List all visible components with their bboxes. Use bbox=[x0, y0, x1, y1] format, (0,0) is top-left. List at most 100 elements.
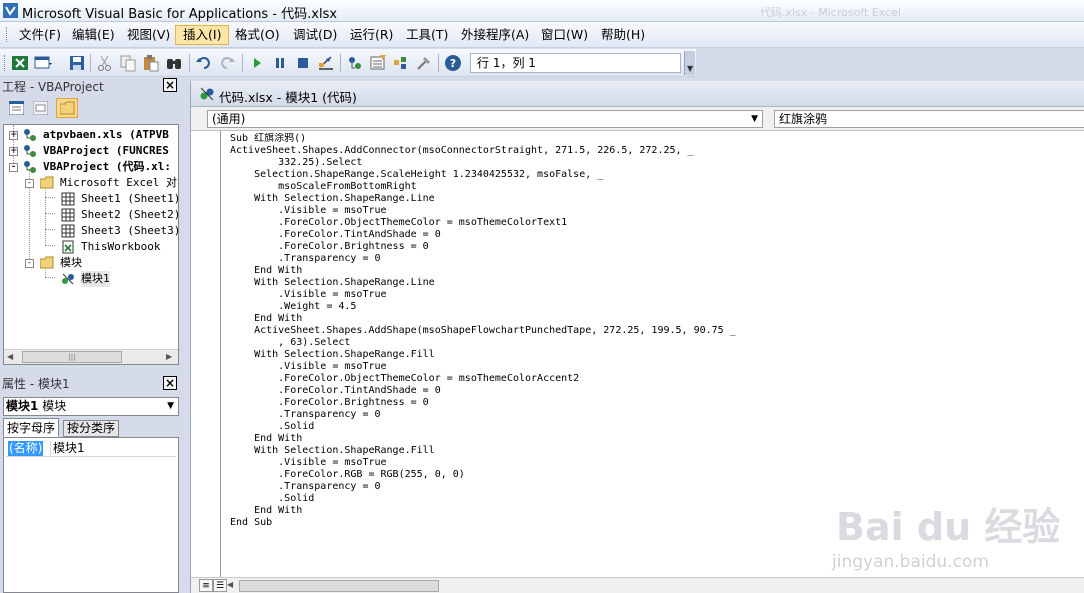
tree-line bbox=[45, 213, 55, 214]
svg-text:?: ? bbox=[450, 57, 456, 70]
tree-node-label: atpvbaen.xls (ATPVB bbox=[43, 128, 169, 141]
sheet-icon bbox=[61, 208, 75, 222]
find-icon[interactable] bbox=[165, 54, 183, 72]
object-combo-value: (通用) bbox=[212, 112, 246, 126]
toolbar-options-button[interactable]: ▼ bbox=[684, 51, 695, 75]
module-icon bbox=[62, 273, 74, 285]
run-icon[interactable] bbox=[248, 54, 266, 72]
copy-icon[interactable] bbox=[119, 54, 137, 72]
menu-format[interactable]: 格式(O) bbox=[228, 25, 287, 45]
tree-node-label: Sheet1 (Sheet1) bbox=[81, 192, 179, 205]
folder-icon bbox=[60, 101, 75, 115]
tree-node-label: ThisWorkbook bbox=[81, 240, 161, 253]
properties-icon[interactable] bbox=[369, 54, 387, 72]
collapse-icon[interactable]: - bbox=[25, 179, 34, 188]
insert-userform-icon[interactable] bbox=[34, 54, 52, 72]
save-icon[interactable] bbox=[68, 54, 86, 72]
design-mode-icon[interactable] bbox=[317, 54, 335, 72]
menu-grip[interactable] bbox=[6, 27, 9, 42]
toolbar-separator bbox=[438, 54, 439, 72]
properties-tabs: 按字母序 按分类序 bbox=[3, 418, 179, 437]
excel-icon[interactable] bbox=[11, 54, 29, 72]
project-explorer-header: 工程 - VBAProject × bbox=[0, 77, 180, 94]
sheet-icon bbox=[61, 192, 75, 206]
scroll-thumb[interactable]: ||| bbox=[22, 351, 122, 363]
vba-project-icon bbox=[24, 129, 36, 141]
title-bar: Microsoft Visual Basic for Applications … bbox=[0, 0, 1084, 22]
vba-project-icon bbox=[24, 145, 36, 157]
vba-project-icon bbox=[24, 161, 36, 173]
menu-tools[interactable]: 工具(T) bbox=[399, 25, 455, 45]
tree-node-label: 模块1 bbox=[81, 271, 110, 287]
workbook-icon bbox=[62, 240, 74, 254]
object-selector[interactable]: 模块1 模块 ▼ bbox=[3, 397, 179, 416]
object-name: 模块1 bbox=[6, 399, 39, 413]
tree-line bbox=[45, 185, 46, 245]
object-browser-icon[interactable] bbox=[392, 54, 410, 72]
toolbar-grip[interactable] bbox=[4, 55, 7, 71]
menu-debug[interactable]: 调试(D) bbox=[286, 25, 344, 45]
tree-line bbox=[45, 197, 55, 198]
view-object-button[interactable] bbox=[29, 98, 51, 118]
view-object-icon bbox=[33, 101, 48, 115]
tree-line bbox=[45, 229, 55, 230]
redo-icon[interactable] bbox=[218, 54, 236, 72]
expand-icon[interactable]: + bbox=[9, 131, 18, 140]
properties-grid: (名称) 模块1 bbox=[3, 437, 179, 593]
procedure-combo-value: 红旗涂鸦 bbox=[779, 112, 828, 126]
full-module-view-icon[interactable]: ☰ bbox=[213, 579, 227, 592]
menu-edit[interactable]: 编辑(E) bbox=[65, 25, 122, 45]
folder-icon bbox=[40, 256, 54, 269]
chevron-down-icon[interactable]: ▼ bbox=[751, 111, 758, 127]
paste-icon[interactable] bbox=[142, 54, 160, 72]
reset-icon[interactable] bbox=[294, 54, 312, 72]
procedure-combo[interactable]: 红旗涂鸦 bbox=[774, 110, 1084, 128]
code-margin[interactable] bbox=[191, 131, 221, 577]
menu-view[interactable]: 视图(V) bbox=[120, 25, 177, 45]
menu-help[interactable]: 帮助(H) bbox=[594, 25, 652, 45]
code-hscroll-thumb[interactable] bbox=[239, 580, 439, 592]
close-icon: × bbox=[164, 376, 176, 390]
project-tree-hscroll[interactable]: ◀ ||| ▶ bbox=[4, 349, 178, 364]
toolbar-separator bbox=[340, 54, 341, 72]
menu-file[interactable]: 文件(F) bbox=[12, 25, 68, 45]
object-combo[interactable]: (通用) ▼ bbox=[207, 110, 763, 128]
scroll-right-icon[interactable]: ▶ bbox=[166, 352, 172, 361]
scroll-left-icon[interactable]: ◀ bbox=[7, 352, 13, 361]
property-row[interactable]: (名称) 模块1 bbox=[6, 441, 176, 457]
property-value[interactable]: 模块1 bbox=[50, 441, 85, 456]
collapse-icon[interactable]: - bbox=[9, 163, 18, 172]
tree-node-label: Sheet2 (Sheet2) bbox=[81, 208, 179, 221]
break-icon[interactable] bbox=[271, 54, 289, 72]
tab-alphabetic[interactable]: 按字母序 bbox=[3, 418, 60, 437]
project-explorer-toolbar bbox=[0, 95, 180, 122]
toolbox-icon[interactable] bbox=[415, 54, 433, 72]
toolbar-separator bbox=[242, 54, 243, 72]
procedure-view-icon[interactable]: ≡ bbox=[199, 579, 213, 592]
expand-icon[interactable]: + bbox=[9, 147, 18, 156]
tab-categorized[interactable]: 按分类序 bbox=[63, 420, 120, 437]
menu-addins[interactable]: 外接程序(A) bbox=[454, 25, 536, 45]
close-project-explorer-button[interactable]: × bbox=[163, 78, 177, 92]
view-code-button[interactable] bbox=[5, 98, 27, 118]
window-title: Microsoft Visual Basic for Applications … bbox=[22, 7, 338, 22]
help-icon[interactable]: ? bbox=[444, 54, 462, 72]
pane-splitter[interactable] bbox=[180, 77, 190, 593]
folder-icon bbox=[40, 176, 54, 189]
object-type: 模块 bbox=[42, 399, 67, 413]
cut-icon[interactable] bbox=[96, 54, 114, 72]
toggle-folders-button[interactable] bbox=[56, 98, 78, 118]
undo-icon[interactable] bbox=[195, 54, 213, 72]
menu-window[interactable]: 窗口(W) bbox=[534, 25, 595, 45]
close-properties-button[interactable]: × bbox=[163, 376, 177, 390]
menu-insert[interactable]: 插入(I) bbox=[175, 25, 230, 45]
toolbar-dock-area bbox=[696, 49, 1084, 77]
scroll-left-icon[interactable]: ◀ bbox=[227, 580, 233, 589]
menu-run[interactable]: 运行(R) bbox=[343, 25, 400, 45]
project-explorer-icon[interactable] bbox=[346, 54, 364, 72]
collapse-icon[interactable]: - bbox=[25, 259, 34, 268]
toolbar-separator bbox=[189, 54, 190, 72]
baidu-watermark: Bai du 经验 jingyan.baidu.com bbox=[828, 478, 1078, 593]
watermark-url: jingyan.baidu.com bbox=[832, 552, 989, 572]
chevron-down-icon[interactable]: ▼ bbox=[167, 398, 174, 415]
